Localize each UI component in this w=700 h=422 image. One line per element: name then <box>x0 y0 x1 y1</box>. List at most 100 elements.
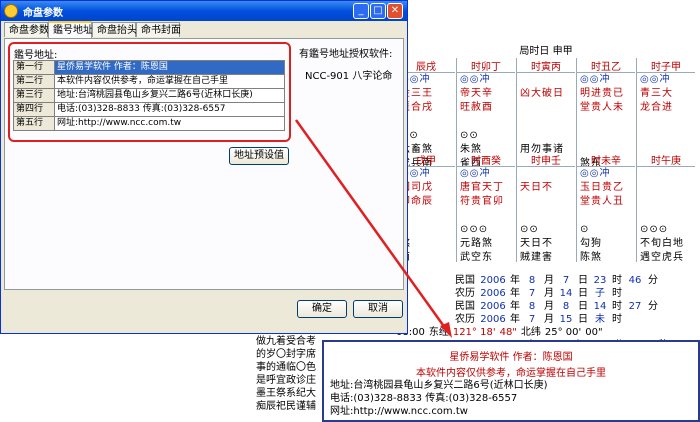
row-value[interactable]: 地址:台湾桃园县龟山乡复兴二路6号(近林口长庚) <box>54 88 285 103</box>
pillar-cell: 明进贵已 <box>580 88 624 99</box>
tab-address[interactable]: 鑑号地址 <box>48 21 93 38</box>
date-cell: 时 <box>612 288 622 299</box>
preview-line-website: 网址:http://www.ncc.com.tw <box>330 406 468 417</box>
date-cell: 年 <box>510 275 520 286</box>
table-row[interactable]: 第四行 电话:(03)328-8833 传真:(03)328-6557 <box>13 102 285 117</box>
pillar-column: 时午庚 ⊙⊙⊙ 不旬白地 遇空虎兵 <box>636 152 695 263</box>
pillar-cell: ◎◎冲 <box>580 168 611 179</box>
pillar-cell <box>637 129 695 143</box>
coordinate-row: 08:00 东经 121° 18' 48" 北纬 25° 00' 00" <box>396 326 696 339</box>
preview-line-phone: 电话:(03)328-8833 传真:(03)328-6557 <box>330 393 518 404</box>
row-value[interactable]: 电话:(03)328-8833 传真:(03)328-6557 <box>54 102 285 117</box>
date-cell: 日 <box>578 314 588 325</box>
pillar-cell <box>517 195 575 209</box>
preset-address-button[interactable]: 地址预设值 <box>229 147 289 165</box>
pillar-cell: ◎◎冲 <box>460 74 491 85</box>
date-cell: 民国 <box>455 301 475 312</box>
row-label: 第一行 <box>13 60 55 75</box>
date-cell: 23 <box>593 275 607 286</box>
date-cell: 15 <box>559 314 573 325</box>
pillar-cell: 元路煞 <box>460 238 493 249</box>
pillar-cell: 符贵官卯 <box>460 196 504 207</box>
coordinate-cell: 东经 <box>428 327 449 338</box>
date-cell: 年 <box>510 301 520 312</box>
date-cell: 8 <box>528 275 536 286</box>
pillar-cell: 遇空虎兵 <box>640 252 684 263</box>
coordinate-cell: 00" <box>585 327 603 338</box>
date-cell: 分 <box>648 301 658 312</box>
address-group: 鑑号地址: 第一行 星侨易学软件 作者：陈恩国 第二行 本软件内容仅供参考，命运… <box>8 42 291 142</box>
title-bar[interactable]: 命盘参数 _ □ ✕ <box>1 1 407 21</box>
pillar-head: 时寅丙 <box>517 58 575 73</box>
pillar-cell: ◎◎冲 <box>640 74 671 85</box>
row-value[interactable]: 星侨易学软件 作者：陈恩国 <box>54 60 285 75</box>
pillar-cell: ⊙⊙⊙ <box>460 224 489 235</box>
coordinate-cell: 48" <box>499 327 517 338</box>
date-cell: 46 <box>628 275 642 286</box>
date-cell: 27 <box>628 301 642 312</box>
table-row[interactable]: 第三行 地址:台湾桃园县龟山乡复兴二路6号(近林口长庚) <box>13 88 285 103</box>
date-cell: 时 <box>612 314 622 325</box>
chart-top-label: 局时日 申甲 <box>519 46 573 57</box>
table-row[interactable]: 第一行 星侨易学软件 作者：陈恩国 <box>13 60 285 75</box>
pillar-cell: 陈煞 <box>580 252 602 263</box>
pillar-cell: 帝天辛 <box>460 88 493 99</box>
license-label: 有鑑号地址授权软件: <box>299 49 393 60</box>
pillar-cell: ◎◎冲 <box>460 168 491 179</box>
date-cell: 未 <box>595 314 605 325</box>
pillar-head: 时申壬 <box>517 152 575 167</box>
row-label: 第二行 <box>13 74 55 89</box>
pillar-cell <box>577 115 635 129</box>
date-cell: 14 <box>559 288 573 299</box>
coordinate-cell: 25° 00' <box>544 327 582 338</box>
address-preview-box: 星侨易学软件 作者：陈恩国 本软件内容仅供参考，命运掌握在自己手里 地址:台湾桃… <box>322 340 700 422</box>
pillar-cell: 堂贵人丑 <box>580 196 624 207</box>
address-group-label: 鑑号地址: <box>14 50 58 61</box>
pillar-head: 时未辛 <box>577 152 635 167</box>
maximize-button[interactable]: □ <box>370 3 386 19</box>
pillar-cell: ⊙⊙ <box>460 130 479 141</box>
table-row[interactable]: 第二行 本软件内容仅供参考，命运掌握在自己手里 <box>13 74 285 89</box>
pillar-head: 时午庚 <box>637 152 695 167</box>
text-line: 墨王祭系纪大 <box>256 388 316 399</box>
pillar-head: 时卯丁 <box>457 58 515 73</box>
date-cell: 分 <box>648 275 658 286</box>
date-cell: 8 <box>528 301 536 312</box>
pillar-head: 时丑乙 <box>577 58 635 73</box>
date-cell: 年 <box>510 288 520 299</box>
cancel-button[interactable]: 取消 <box>353 300 403 318</box>
pillar-cell: 天日不 <box>520 182 553 193</box>
row-value[interactable]: 本软件内容仅供参考，命运掌握在自己手里 <box>54 74 285 89</box>
date-cell: 日 <box>578 301 588 312</box>
pillar-cell: ◎◎冲 <box>580 74 611 85</box>
tab-chart-params[interactable]: 命盘参数 <box>4 22 49 37</box>
date-cell: 农历 <box>455 288 475 299</box>
preview-subtitle: 本软件内容仅供参考，命运掌握在自己手里 <box>416 368 606 379</box>
date-cell: 日 <box>578 288 588 299</box>
pillar-cell <box>457 115 515 129</box>
date-row: 民国 2006 年 8 月 7 日 23 时 46 分 <box>396 274 696 287</box>
preview-title: 星侨易学软件 作者：陈恩国 <box>449 352 573 363</box>
pillar-cell: ⊙ <box>580 224 590 235</box>
date-cell: 日 <box>578 275 588 286</box>
minimize-button[interactable]: _ <box>353 3 369 19</box>
pillar-cell <box>517 115 575 129</box>
pillar-cell: 龙合进 <box>640 102 673 113</box>
date-cell: 月 <box>544 288 554 299</box>
date-cell: 子 <box>595 288 605 299</box>
date-row: 农历 2006 年 7 月 14 日子时 <box>396 287 696 300</box>
close-button[interactable]: ✕ <box>387 3 403 19</box>
pillar-cell <box>457 209 515 223</box>
date-cell: 月 <box>544 275 554 286</box>
tab-book-cover[interactable]: 命书封面 <box>136 22 181 37</box>
pillar-cell <box>577 209 635 223</box>
pillar-cell <box>517 101 575 115</box>
date-cell: 月 <box>544 301 554 312</box>
ok-button[interactable]: 确定 <box>297 300 347 318</box>
table-row[interactable]: 第五行 网址:http://www.ncc.com.tw <box>13 116 285 131</box>
pillar-cell <box>517 167 575 181</box>
row-value[interactable]: 网址:http://www.ncc.com.tw <box>54 116 285 131</box>
tab-chart-header[interactable]: 命盘抬头 <box>92 22 137 37</box>
date-cell: 民国 <box>455 275 475 286</box>
coordinate-cell: 121° 18' <box>452 327 496 338</box>
